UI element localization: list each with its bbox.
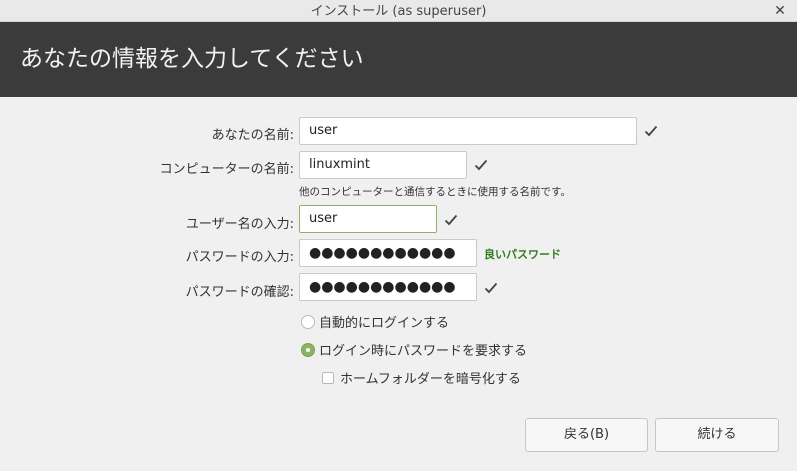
window-titlebar: インストール (as superuser) ✕ xyxy=(0,0,797,22)
computer-name-label: コンピューターの名前: xyxy=(159,162,294,177)
back-button[interactable]: 戻る(B) xyxy=(525,418,648,452)
window-title: インストール (as superuser) xyxy=(310,4,487,19)
radio-require-password-label: ログイン時にパスワードを要求する xyxy=(319,344,528,359)
radio-auto-login-label: 自動的にログインする xyxy=(319,316,450,331)
your-name-field[interactable]: user xyxy=(299,117,637,145)
checkbox-indicator[interactable] xyxy=(322,371,334,384)
close-icon[interactable]: ✕ xyxy=(773,4,787,18)
your-name-label: あなたの名前: xyxy=(211,128,294,143)
radio-auto-login[interactable]: 自動的にログインする xyxy=(301,312,449,331)
radio-indicator[interactable] xyxy=(301,342,315,357)
checkmark-icon xyxy=(644,125,658,137)
username-field[interactable]: user xyxy=(299,205,437,233)
checkmark-icon xyxy=(444,214,458,226)
page-header: あなたの情報を入力してください xyxy=(0,22,797,97)
continue-button[interactable]: 続ける xyxy=(655,418,779,452)
password-field[interactable]: ●●●●●●●●●●●● xyxy=(299,239,477,267)
password-strength: 良いパスワード xyxy=(484,248,561,261)
radio-indicator[interactable] xyxy=(301,314,315,329)
checkmark-icon xyxy=(484,282,498,294)
confirm-password-field[interactable]: ●●●●●●●●●●●● xyxy=(299,273,477,301)
confirm-password-label: パスワードの確認: xyxy=(185,285,294,300)
checkmark-icon xyxy=(474,159,488,171)
page-title: あなたの情報を入力してください xyxy=(20,46,364,72)
computer-name-field[interactable]: linuxmint xyxy=(299,151,467,179)
radio-require-password[interactable]: ログイン時にパスワードを要求する xyxy=(301,340,527,359)
encrypt-home-label: ホームフォルダーを暗号化する xyxy=(340,372,521,387)
password-label: パスワードの入力: xyxy=(185,250,294,265)
username-label: ユーザー名の入力: xyxy=(185,217,294,232)
computer-name-hint: 他のコンピューターと通信するときに使用する名前です。 xyxy=(299,186,571,198)
encrypt-home-checkbox[interactable]: ホームフォルダーを暗号化する xyxy=(322,368,521,387)
